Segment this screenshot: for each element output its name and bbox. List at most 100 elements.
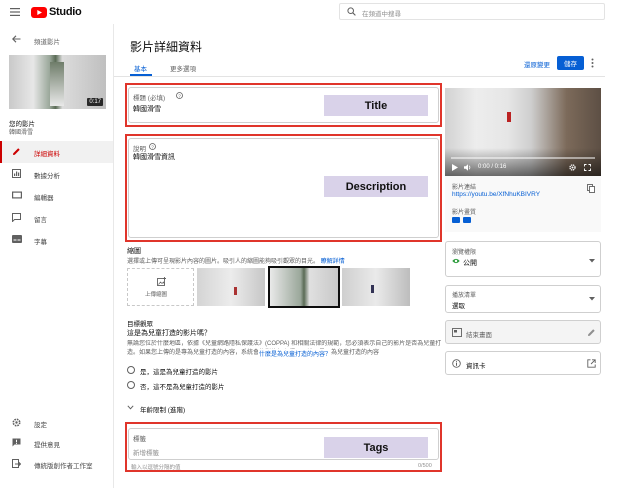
visibility-value: 公開 [463,260,477,267]
chevron-down-icon[interactable] [127,405,134,410]
sidebar-item-subtitles[interactable]: 字幕 [0,229,113,251]
save-button[interactable]: 儲存 [557,56,584,70]
tab-basic-label: 基本 [134,66,147,73]
thumbnail-scene [50,62,64,106]
settings-gear-icon[interactable] [569,164,576,171]
sidebar-item-label: 留言 [34,217,47,224]
editor-icon [12,191,22,199]
video-link[interactable]: https://youtu.be/XfNhuKBIVRY [452,191,540,198]
video-thumbnail[interactable]: 0:17 [9,55,106,109]
help-icon[interactable]: ? [176,92,183,99]
skier-figure [371,285,374,293]
sd-badge-icon [452,217,460,223]
fullscreen-icon[interactable] [584,164,591,171]
end-screen-icon [452,328,462,337]
end-screen-label: 結束畫面 [466,332,492,339]
svg-text:?: ? [151,144,154,149]
audience-no-radio[interactable] [127,381,135,389]
active-indicator [0,141,2,163]
skier-figure [507,112,511,122]
cards-label: 資訊卡 [466,363,486,370]
add-image-icon [157,277,166,286]
thumbnail-option-2-selected[interactable] [268,266,340,308]
sidebar-item-classic-studio[interactable]: 傳統版創作者工作室 [0,453,113,475]
back-label[interactable]: 頻道影片 [34,36,60,46]
back-arrow-icon[interactable] [12,35,21,43]
description-field-value: 韓國滑雪資訊 [133,154,175,161]
thumbnail-description-text: 選擇或上傳可呈現影片內容的圖片。吸引人的縮圖能夠吸引觀眾的目光。 [127,259,320,265]
audience-question: 這是為兒童打造的影片嗎？ [127,330,211,337]
thumbnail-learn-more-link[interactable]: 瞭解詳情 [321,259,345,265]
audience-learn-more-link[interactable]: 什麼是為兒童打造的內容？ [258,349,332,358]
thumbnail-heading: 縮圖 [127,248,141,255]
end-screen-row[interactable]: 結束畫面 [445,320,601,344]
title-annotation: Title [324,95,428,116]
video-time: 0:00 / 0:16 [478,164,507,170]
search-icon [347,7,356,16]
more-options-icon[interactable] [591,58,594,68]
top-bar: Studio 在頻道中搜尋 [0,0,642,24]
sidebar-item-settings[interactable]: 設定 [0,412,113,434]
quality-badges [452,217,471,223]
sidebar-item-label: 編輯器 [34,195,54,202]
audience-yes-radio[interactable] [127,366,135,374]
copy-icon[interactable] [587,184,595,193]
tags-counter: 0/500 [418,463,432,469]
tags-annotation: Tags [324,437,428,458]
sidebar-item-editor[interactable]: 編輯器 [0,185,113,207]
dropdown-arrow-icon [589,259,595,263]
play-icon[interactable] [452,164,458,171]
classic-studio-icon [12,459,21,469]
video-player[interactable]: 0:00 / 0:16 [445,88,601,176]
comments-icon [12,213,21,222]
thumbnail-option-3[interactable] [342,268,410,306]
sidebar-item-label: 提供意見 [34,442,60,449]
tab-divider [114,76,605,77]
youtube-studio-logo[interactable]: Studio [31,6,82,18]
volume-icon[interactable] [464,164,472,171]
sidebar-item-feedback[interactable]: 提供意見 [0,432,113,454]
undo-changes-button[interactable]: 還原變更 [524,59,550,69]
sidebar: 頻道影片 0:17 您的影片 韓國滑雪 詳細資料 數據分析 編輯器 留言 字幕 … [0,24,114,488]
progress-bar[interactable] [451,157,595,159]
video-link-label: 影片連結 [452,185,477,191]
audience-heading: 目標觀眾 [127,321,153,328]
pencil-icon [12,147,21,156]
thumbnail-option-1[interactable] [197,268,265,306]
sidebar-item-label: 傳統版創作者工作室 [34,463,93,470]
dropdown-arrow-icon [589,297,595,301]
help-icon[interactable]: ? [149,143,156,150]
youtube-logo-icon [31,6,47,18]
player-controls-gradient [445,148,601,176]
open-external-icon [587,359,596,368]
cards-row[interactable]: 資訊卡 [445,351,601,375]
age-restriction-toggle[interactable]: 年齡限制 (進階) [140,404,185,414]
tags-field-label: 標籤 [133,436,146,443]
search-input[interactable]: 在頻道中搜尋 [339,3,605,20]
logo-text: Studio [49,6,82,18]
hd-badge-icon [463,217,471,223]
gear-icon [12,418,21,427]
tab-basic[interactable]: 基本 [130,61,152,77]
audience-yes-label[interactable]: 是，這是為兒童打造的影片 [140,366,218,376]
feedback-icon [12,438,21,447]
video-duration: 0:17 [87,98,103,106]
tags-field-placeholder: 新增標籤 [133,450,159,457]
sidebar-item-label: 設定 [34,422,47,429]
playlist-value: 選取 [452,303,465,310]
menu-icon[interactable] [10,8,20,16]
audience-no-label[interactable]: 否，這不是為兒童打造的影片 [140,381,225,391]
playlist-dropdown[interactable]: 播放清單 選取 [445,285,601,313]
visibility-dropdown[interactable]: 瀏覽權限 公開 [445,241,601,277]
svg-text:?: ? [178,93,181,98]
visibility-eye-icon [452,258,460,264]
visibility-label: 瀏覽權限 [452,250,477,256]
sidebar-item-analytics[interactable]: 數據分析 [0,163,113,185]
upload-thumbnail-label: 上傳縮圖 [145,292,168,298]
sidebar-item-label: 字幕 [34,239,47,246]
thumbnail-description: 選擇或上傳可呈現影片內容的圖片。吸引人的縮圖能夠吸引觀眾的目光。 瞭解詳情 [127,256,445,265]
sidebar-item-details[interactable]: 詳細資料 [0,141,113,163]
sidebar-item-comments[interactable]: 留言 [0,207,113,229]
sidebar-item-label: 數據分析 [34,173,60,180]
upload-thumbnail-button[interactable]: 上傳縮圖 [127,268,194,306]
